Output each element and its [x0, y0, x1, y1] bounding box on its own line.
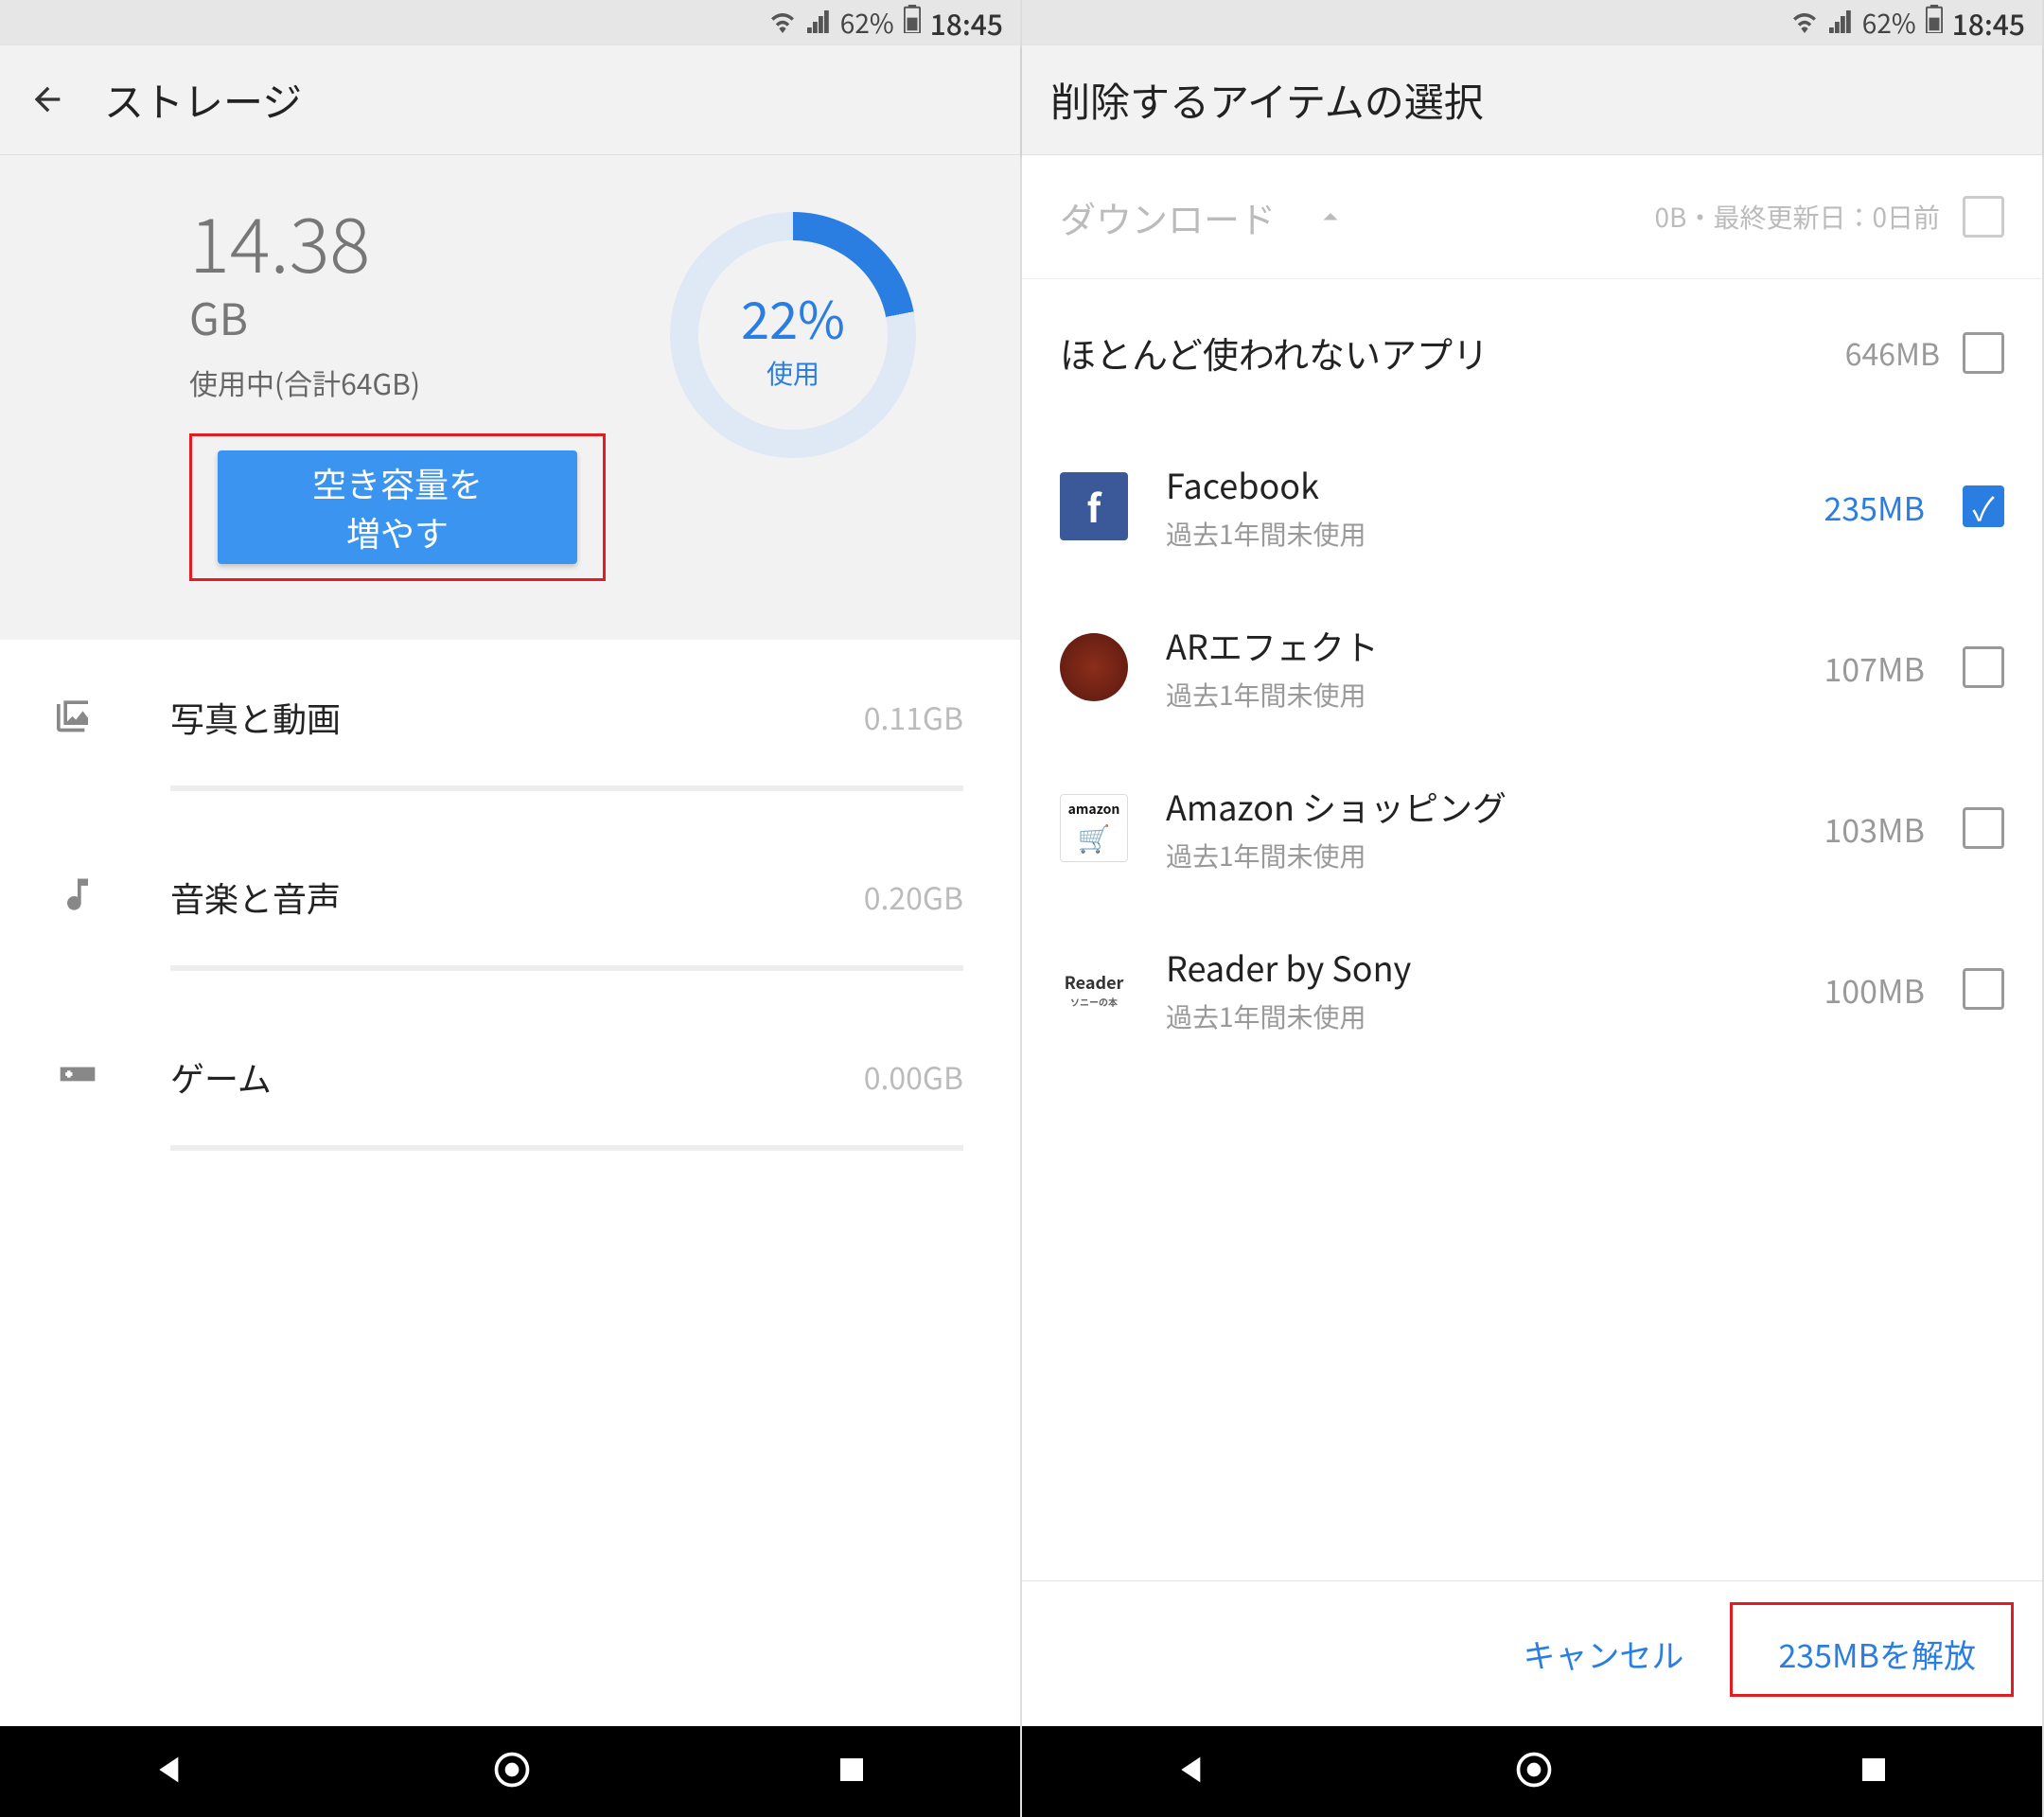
checkbox[interactable] [1963, 646, 2004, 688]
app-name: ARエフェクト [1166, 621, 1726, 670]
action-bar: キャンセル 235MBを解放 [1022, 1580, 2042, 1726]
games-icon [57, 1047, 170, 1107]
donut-label: 使用 [766, 354, 819, 392]
storage-usage: 14.38 GB 使用中(合計64GB) 空き容量を 増やす [189, 203, 606, 583]
app-name: Reader by Sony [1166, 943, 1726, 992]
app-subtitle: 過去1年間未使用 [1166, 837, 1726, 874]
app-row-reader[interactable]: Readerソニーの本 Reader by Sony 過去1年間未使用 100M… [1022, 908, 2042, 1069]
section-downloads[interactable]: ダウンロード 0B・最終更新日：0日前 [1022, 155, 2042, 279]
chevron-up-icon [1313, 189, 1348, 244]
app-subtitle: 過去1年間未使用 [1166, 676, 1726, 714]
section-size: 646MB [1845, 331, 1940, 375]
checkbox[interactable] [1963, 968, 2004, 1010]
wifi-icon [1790, 4, 1819, 42]
page-title: ストレージ [104, 71, 302, 129]
checkbox[interactable] [1963, 332, 2004, 374]
category-bar [170, 1145, 963, 1151]
nav-recent-icon[interactable] [835, 1753, 869, 1791]
wifi-icon [768, 4, 797, 42]
nav-bar [1022, 1726, 2042, 1817]
app-row-facebook[interactable]: f Facebook 過去1年間未使用 235MB ✓ [1022, 426, 2042, 587]
used-unit: GB [189, 286, 606, 348]
category-size: 0.11GB [774, 696, 963, 739]
category-bar [170, 785, 963, 791]
nav-home-icon[interactable] [491, 1749, 533, 1795]
cancel-button[interactable]: キャンセル [1494, 1612, 1712, 1696]
music-icon [57, 867, 170, 927]
nav-bar [0, 1726, 1020, 1817]
app-icon: Readerソニーの本 [1060, 955, 1128, 1023]
checkbox[interactable] [1963, 807, 2004, 849]
app-size: 235MB [1764, 484, 1925, 530]
app-row-ar-effect[interactable]: ARエフェクト 過去1年間未使用 107MB [1022, 587, 2042, 748]
app-icon [1060, 633, 1128, 701]
section-meta: 0B・最終更新日：0日前 [1655, 200, 1940, 234]
app-icon: amazon🛒 [1060, 794, 1128, 862]
category-games[interactable]: ゲーム 0.00GB [0, 999, 1020, 1179]
storage-summary: 14.38 GB 使用中(合計64GB) 空き容量を 増やす 22% 使用 [0, 155, 1020, 640]
nav-back-icon[interactable] [151, 1751, 189, 1793]
page-title: 削除するアイテムの選択 [1050, 71, 1484, 129]
nav-back-icon[interactable] [1173, 1751, 1211, 1793]
usage-donut: 22% 使用 [670, 212, 916, 458]
category-bar [170, 965, 963, 971]
back-arrow-icon[interactable] [28, 70, 66, 131]
clock: 18:45 [930, 2, 1003, 44]
app-row-amazon[interactable]: amazon🛒 Amazon ショッピング 過去1年間未使用 103MB [1022, 748, 2042, 908]
checkbox[interactable] [1963, 196, 2004, 238]
category-name: 音楽と音声 [170, 873, 774, 922]
app-subtitle: 過去1年間未使用 [1166, 997, 1726, 1035]
status-bar: 62% 18:45 [0, 0, 1020, 45]
app-bar: 削除するアイテムの選択 [1022, 45, 2042, 155]
annotation-highlight [1730, 1602, 2014, 1697]
category-name: ゲーム [170, 1052, 774, 1102]
battery-percent: 62% [840, 4, 894, 42]
battery-icon [904, 4, 921, 42]
phone-left: 62% 18:45 ストレージ 14.38 GB 使用中(合計64GB) 空き容… [0, 0, 1022, 1817]
app-size: 107MB [1764, 644, 1925, 691]
app-icon: f [1060, 472, 1128, 540]
used-value: 14.38 [189, 203, 606, 278]
photos-icon [57, 687, 170, 748]
free-space-button[interactable]: 空き容量を 増やす [218, 450, 577, 564]
section-title: ほとんど使われないアプリ [1060, 326, 1489, 379]
app-subtitle: 過去1年間未使用 [1166, 515, 1726, 553]
category-photos[interactable]: 写真と動画 0.11GB [0, 640, 1020, 820]
signal-icon [1828, 4, 1853, 42]
phone-right: 62% 18:45 削除するアイテムの選択 ダウンロード 0B・最終更新日：0日… [1022, 0, 2044, 1817]
battery-percent: 62% [1862, 4, 1916, 42]
app-size: 100MB [1764, 966, 1925, 1013]
category-name: 写真と動画 [170, 693, 774, 742]
status-bar: 62% 18:45 [1022, 0, 2042, 45]
app-size: 103MB [1764, 805, 1925, 852]
app-name: Facebook [1166, 460, 1726, 509]
nav-home-icon[interactable] [1513, 1749, 1555, 1795]
category-size: 0.00GB [774, 1055, 963, 1099]
delete-items-content: ダウンロード 0B・最終更新日：0日前 ほとんど使われないアプリ 646MB f… [1022, 155, 2042, 1726]
category-list: 写真と動画 0.11GB 音楽と音声 0.20GB ゲーム 0.00GB [0, 640, 1020, 1726]
section-title: ダウンロード [1060, 191, 1276, 243]
app-bar: ストレージ [0, 45, 1020, 155]
battery-icon [1926, 4, 1943, 42]
donut-percent: 22% [741, 279, 845, 354]
category-music[interactable]: 音楽と音声 0.20GB [0, 820, 1020, 999]
signal-icon [806, 4, 831, 42]
category-size: 0.20GB [774, 875, 963, 919]
clock: 18:45 [1952, 2, 2025, 44]
used-subtitle: 使用中(合計64GB) [189, 362, 606, 403]
checkbox[interactable]: ✓ [1963, 485, 2004, 527]
section-unused-apps[interactable]: ほとんど使われないアプリ 646MB [1022, 279, 2042, 426]
app-name: Amazon ショッピング [1166, 782, 1726, 831]
nav-recent-icon[interactable] [1857, 1753, 1891, 1791]
